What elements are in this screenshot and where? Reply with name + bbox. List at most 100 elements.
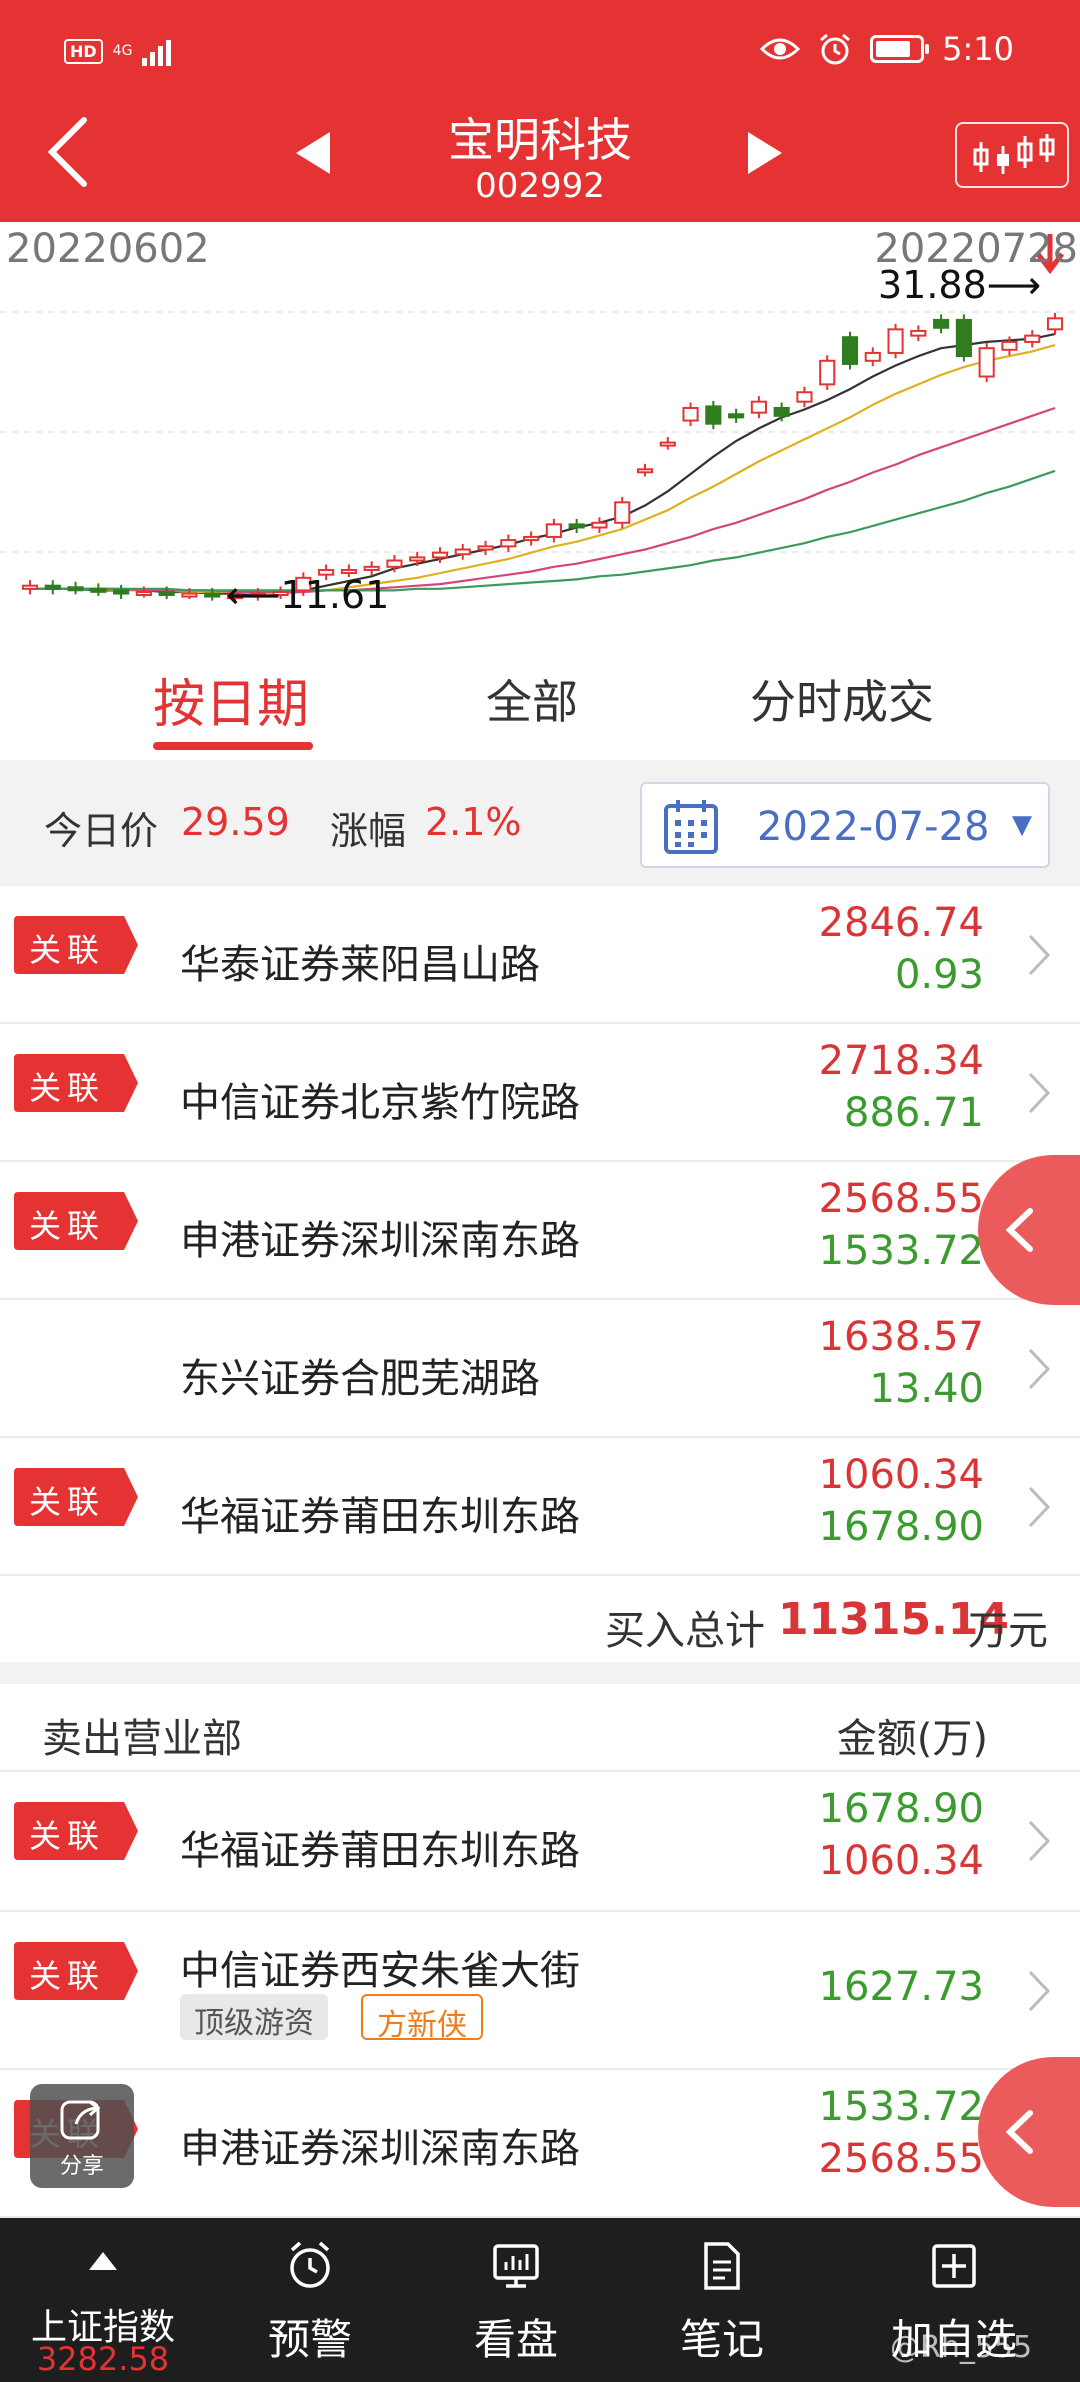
nav-label: 预警 <box>267 2315 352 2364</box>
sell-amount: 1533.72 <box>818 2084 984 2130</box>
list-item[interactable]: 关联 中信证券北京紫竹院路 2718.34 886.71 <box>0 1024 1080 1162</box>
monitor-icon <box>493 2244 539 2288</box>
related-tag[interactable]: 关联 <box>14 1192 138 1250</box>
share-label: 分享 <box>59 2154 104 2179</box>
list-item[interactable]: 关联 华福证券莆田东圳东路 1678.90 1060.34 <box>0 1772 1080 1912</box>
candle-body <box>135 590 152 596</box>
share-button[interactable]: 分享 <box>30 2084 134 2188</box>
chevron-right-icon <box>1028 1486 1051 1528</box>
candle-body <box>1001 340 1018 351</box>
candle-body <box>750 400 767 414</box>
broker-name: 华福证券莆田东圳东路 <box>180 1828 580 1874</box>
list-item[interactable]: 关联 申港证券深圳深南东路 2568.55 1533.72 <box>0 1162 1080 1300</box>
nav-index[interactable]: 上证指数 3282.58 <box>0 2218 206 2382</box>
list-item[interactable]: 关联 申港证券深圳深南东路 1533.72 2568.55 <box>0 2070 1080 2218</box>
buy-amount: 2568.55 <box>818 1176 984 1222</box>
signal-icon <box>142 36 172 66</box>
ma-line-2 <box>30 406 1056 594</box>
sell-amount: 1678.90 <box>818 1786 984 1832</box>
watermark: @Rh_555 <box>890 2330 1033 2365</box>
kline-button[interactable] <box>955 122 1069 188</box>
trader-name-chip[interactable]: 方新侠 <box>361 1994 483 2043</box>
buy-amount: 1060.34 <box>818 1838 984 1884</box>
tag-label: 关联 <box>28 1817 105 1855</box>
buy-amount: 2568.55 <box>818 2136 984 2182</box>
broker-name: 东兴证券合肥芜湖路 <box>180 1356 540 1402</box>
date-picker[interactable]: 2022-07-28 ▼ <box>640 782 1050 868</box>
candle-body <box>44 584 61 590</box>
section-divider <box>0 1662 1080 1684</box>
info-bar: 今日价 29.59 涨幅 2.1% 2022-07-28 ▼ <box>0 760 1080 886</box>
related-tag[interactable]: 关联 <box>14 1468 138 1526</box>
chevron-right-icon <box>1028 1348 1051 1390</box>
tab-by-date[interactable]: 按日期 <box>153 662 309 737</box>
chevron-left-icon <box>1005 1208 1033 1252</box>
candle-body <box>1046 317 1064 331</box>
candle-body <box>841 336 859 365</box>
tag-label: 关联 <box>28 1957 105 1995</box>
candlestick-icon <box>973 134 1055 174</box>
candle-body <box>67 586 84 592</box>
related-tag[interactable]: 关联 <box>14 916 138 974</box>
candle-body <box>409 556 426 562</box>
back-button[interactable] <box>40 112 100 192</box>
related-tag[interactable]: 关联 <box>14 1942 138 2000</box>
tag-label: 关联 <box>28 1483 105 1521</box>
nav-market[interactable]: 看盘 <box>408 2218 624 2382</box>
chevron-left-icon <box>1005 2110 1033 2154</box>
candle-body <box>523 535 540 542</box>
list-item[interactable]: 关联 华福证券莆田东圳东路 1060.34 1678.90 <box>0 1438 1080 1576</box>
sell-amount: 13.40 <box>869 1366 984 1412</box>
eye-icon <box>760 38 801 60</box>
clock: 5:10 <box>942 30 1014 68</box>
header: HD 4G 5:10 宝明科技 002992 <box>0 0 1080 222</box>
candle-body <box>933 318 950 329</box>
nav-alert[interactable]: 预警 <box>202 2218 418 2382</box>
buy-amount: 1638.57 <box>818 1314 984 1360</box>
index-value: 3282.58 <box>36 2340 170 2378</box>
tab-intraday[interactable]: 分时成交 <box>750 666 934 732</box>
tab-all[interactable]: 全部 <box>486 666 578 732</box>
list-item[interactable]: 关联 华泰证券莱阳昌山路 2846.74 0.93 <box>0 886 1080 1024</box>
chevron-right-icon <box>1028 1820 1051 1862</box>
nav-label: 看盘 <box>473 2315 558 2364</box>
tag-label: 关联 <box>28 931 105 969</box>
list-item[interactable]: 关联 中信证券西安朱雀大街 1627.73 <box>0 1912 1080 2070</box>
candle-body <box>431 551 449 559</box>
kline-chart-svg: 31.88⟶⟵11.61 <box>0 234 1080 617</box>
tab-bar: 按日期 全部 分时成交 <box>0 640 1080 760</box>
candle-body <box>477 545 494 551</box>
tag-label: 关联 <box>28 1069 105 1107</box>
broker-name: 中信证券西安朱雀大街 <box>180 1948 580 1994</box>
sell-header-left: 卖出营业部 <box>42 1716 242 1762</box>
tag-label: 关联 <box>28 1207 105 1245</box>
candle-body <box>363 565 380 571</box>
share-icon <box>60 2100 101 2140</box>
ma-line-1 <box>30 344 1056 595</box>
sell-amount: 1533.72 <box>818 1228 984 1274</box>
next-stock-button[interactable] <box>740 128 788 178</box>
sell-header-right: 金额(万) <box>836 1716 988 1762</box>
sell-section-header: 卖出营业部 金额(万) <box>0 1684 1080 1772</box>
chevron-right-icon <box>1028 1072 1051 1114</box>
list-item[interactable]: 东兴证券合肥芜湖路 1638.57 13.40 <box>0 1300 1080 1438</box>
add-icon <box>932 2244 976 2288</box>
candle-body <box>591 521 608 529</box>
candle-body <box>773 406 790 417</box>
chart-start-date: 20220602 <box>6 226 210 272</box>
candle-body <box>181 592 198 598</box>
candle-body <box>113 589 130 595</box>
kline-chart[interactable]: 31.88⟶ ⟵11.61 20220602 20220728 <box>0 222 1080 640</box>
nav-notes[interactable]: 笔记 <box>614 2218 830 2382</box>
related-tag[interactable]: 关联 <box>14 1054 138 1112</box>
candle-body <box>887 328 904 354</box>
broker-name: 华泰证券莱阳昌山路 <box>180 942 540 988</box>
status-right: 5:10 <box>760 30 1014 68</box>
related-tag[interactable]: 关联 <box>14 1802 138 1860</box>
candle-body <box>978 347 995 378</box>
candle-body <box>500 539 517 548</box>
candle-body <box>204 592 221 598</box>
tab-underline <box>153 742 313 750</box>
trader-tag-chip[interactable]: 顶级游资 <box>180 1994 328 2041</box>
prev-stock-button[interactable] <box>290 128 338 178</box>
